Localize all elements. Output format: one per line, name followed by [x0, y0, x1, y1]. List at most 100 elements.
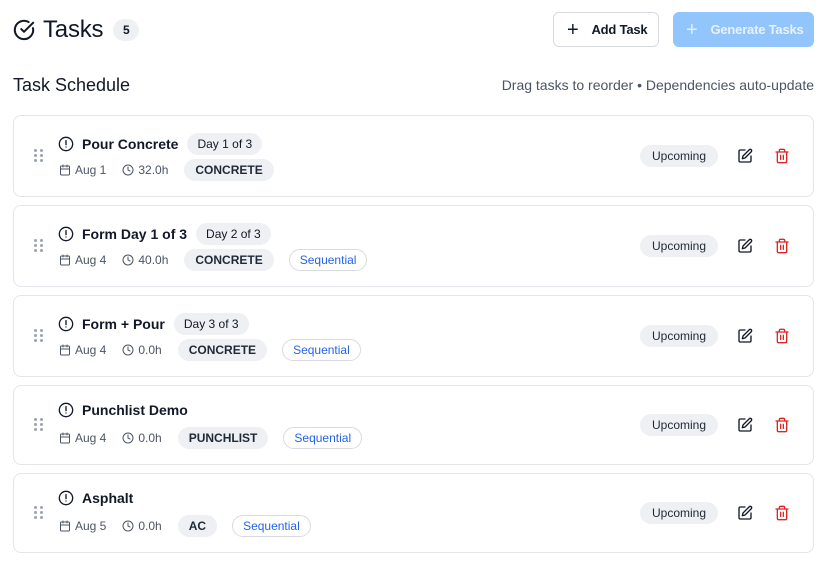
task-meta-row: Aug 4 0.0h CONCRETE Sequential: [59, 339, 361, 361]
sequential-badge: Sequential: [283, 427, 363, 449]
calendar-icon: [59, 520, 71, 532]
category-badge: PUNCHLIST: [177, 427, 269, 449]
page-header: Tasks 5 + Add Task + Generate Tasks: [13, 12, 814, 48]
clock-icon: [122, 520, 134, 532]
task-hours: 40.0h: [122, 253, 168, 267]
alert-circle-icon: [58, 136, 74, 152]
sequential-badge: Sequential: [282, 339, 361, 361]
task-meta-row: Aug 4 0.0h PUNCHLIST Sequential: [59, 427, 363, 449]
status-badge: Upcoming: [640, 325, 718, 347]
task-date: Aug 4: [59, 431, 106, 445]
alert-circle-icon: [58, 226, 74, 242]
drag-handle-icon[interactable]: [34, 329, 44, 343]
status-badge: Upcoming: [640, 502, 718, 524]
category-badge: CONCRETE: [177, 339, 268, 361]
calendar-icon: [59, 164, 71, 176]
trash-icon[interactable]: [774, 417, 790, 433]
task-hours-text: 0.0h: [138, 343, 162, 357]
task-meta-row: Aug 4 40.0h CONCRETE Sequential: [59, 249, 368, 271]
generate-tasks-label: Generate Tasks: [710, 22, 804, 37]
clock-icon: [122, 164, 134, 176]
task-date-text: Aug 1: [75, 163, 107, 177]
generate-tasks-button[interactable]: + Generate Tasks: [673, 12, 814, 47]
task-name: Punchlist Demo: [82, 402, 188, 418]
edit-icon[interactable]: [737, 417, 753, 433]
task-card[interactable]: Pour Concrete Day 1 of 3 Aug 1 32.0h CON…: [13, 115, 814, 197]
sequential-badge: Sequential: [288, 249, 368, 271]
plus-icon: +: [686, 18, 698, 41]
task-card[interactable]: Punchlist Demo Aug 4 0.0h PUNCHLIST Sequ…: [13, 385, 814, 465]
task-count-badge: 5: [113, 19, 140, 41]
task-hours: 0.0h: [122, 519, 162, 533]
drag-handle-icon[interactable]: [34, 418, 44, 432]
task-meta-row: Aug 5 0.0h AC Sequential: [59, 515, 311, 537]
alert-circle-icon: [58, 402, 74, 418]
edit-icon[interactable]: [737, 148, 753, 164]
task-date: Aug 4: [59, 253, 106, 267]
task-name: Form + Pour: [82, 316, 165, 332]
category-badge: AC: [177, 515, 218, 537]
task-name: Asphalt: [82, 490, 134, 506]
task-date: Aug 1: [59, 163, 106, 177]
calendar-icon: [59, 432, 71, 444]
task-header-row: Form + Pour Day 3 of 3: [58, 313, 249, 335]
day-badge: Day 2 of 3: [196, 223, 271, 245]
task-hours-text: 32.0h: [138, 163, 169, 177]
task-date: Aug 4: [59, 343, 106, 357]
day-badge: Day 3 of 3: [173, 313, 249, 335]
page-title: Tasks: [43, 16, 104, 43]
alert-circle-icon: [58, 316, 74, 332]
reorder-hint: Drag tasks to reorder • Dependencies aut…: [501, 77, 814, 93]
sequential-badge: Sequential: [232, 515, 311, 537]
task-card[interactable]: Asphalt Aug 5 0.0h AC Sequential Upcomin…: [13, 473, 814, 553]
task-hours: 0.0h: [122, 431, 162, 445]
day-badge: Day 1 of 3: [187, 133, 263, 155]
calendar-icon: [59, 344, 71, 356]
drag-handle-icon[interactable]: [34, 149, 44, 163]
task-date-text: Aug 4: [75, 253, 107, 267]
clock-icon: [122, 344, 134, 356]
check-circle-icon: [13, 19, 35, 41]
task-header-row: Asphalt: [58, 490, 133, 506]
status-badge: Upcoming: [640, 414, 718, 436]
task-name: Pour Concrete: [82, 136, 179, 152]
trash-icon[interactable]: [774, 238, 790, 254]
task-hours: 32.0h: [122, 163, 168, 177]
plus-icon: +: [567, 18, 579, 41]
add-task-label: Add Task: [591, 22, 648, 37]
task-date-text: Aug 5: [75, 519, 107, 533]
title-group: Tasks 5: [13, 16, 140, 44]
alert-circle-icon: [58, 490, 74, 506]
status-badge: Upcoming: [640, 145, 718, 167]
edit-icon[interactable]: [737, 238, 753, 254]
status-badge: Upcoming: [640, 235, 718, 257]
drag-handle-icon[interactable]: [34, 506, 44, 520]
edit-icon[interactable]: [737, 328, 753, 344]
category-badge: CONCRETE: [184, 159, 274, 181]
category-badge: CONCRETE: [184, 249, 274, 271]
trash-icon[interactable]: [774, 505, 790, 521]
task-card[interactable]: Form Day 1 of 3 Day 2 of 3 Aug 4 40.0h C…: [13, 205, 814, 287]
task-header-row: Punchlist Demo: [58, 402, 188, 418]
task-header-row: Pour Concrete Day 1 of 3: [58, 133, 263, 155]
task-card[interactable]: Form + Pour Day 3 of 3 Aug 4 0.0h CONCRE…: [13, 295, 814, 377]
task-date-text: Aug 4: [75, 343, 107, 357]
task-hours: 0.0h: [122, 343, 162, 357]
task-hours-text: 0.0h: [138, 519, 162, 533]
task-list: Pour Concrete Day 1 of 3 Aug 1 32.0h CON…: [13, 115, 814, 561]
task-date: Aug 5: [59, 519, 106, 533]
clock-icon: [122, 254, 134, 266]
task-hours-text: 40.0h: [138, 253, 169, 267]
task-header-row: Form Day 1 of 3 Day 2 of 3: [58, 223, 271, 245]
clock-icon: [122, 432, 134, 444]
task-meta-row: Aug 1 32.0h CONCRETE: [59, 159, 274, 181]
calendar-icon: [59, 254, 71, 266]
drag-handle-icon[interactable]: [34, 239, 44, 253]
trash-icon[interactable]: [774, 328, 790, 344]
trash-icon[interactable]: [774, 148, 790, 164]
task-date-text: Aug 4: [75, 431, 107, 445]
add-task-button[interactable]: + Add Task: [553, 12, 659, 47]
section-title: Task Schedule: [13, 75, 131, 95]
edit-icon[interactable]: [737, 505, 753, 521]
task-name: Form Day 1 of 3: [82, 226, 188, 242]
